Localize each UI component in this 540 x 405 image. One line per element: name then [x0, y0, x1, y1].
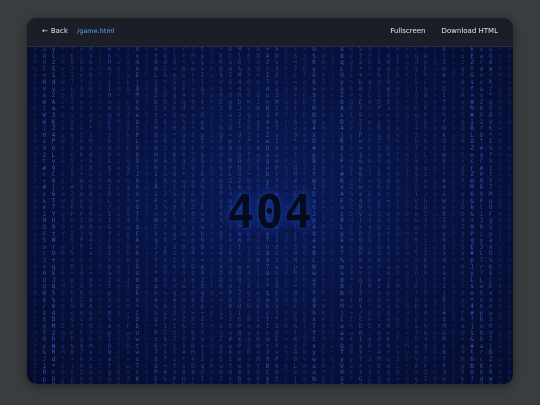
fullscreen-button[interactable]: Fullscreen: [390, 27, 425, 35]
arrow-left-icon: ←: [42, 27, 48, 35]
error-code: 404: [226, 185, 314, 239]
download-html-button[interactable]: Download HTML: [442, 27, 499, 35]
file-path: /game.html: [77, 27, 115, 35]
toolbar-actions: Fullscreen Download HTML: [390, 27, 498, 35]
game-canvas[interactable]: e 8 H W a 5 % h T K v l 5 a H n B e Z C …: [27, 47, 513, 384]
toolbar: ← Back /game.html Fullscreen Download HT…: [27, 18, 513, 47]
back-button[interactable]: ← Back: [42, 27, 68, 35]
app-window: ← Back /game.html Fullscreen Download HT…: [27, 18, 513, 384]
back-label: Back: [50, 27, 68, 35]
